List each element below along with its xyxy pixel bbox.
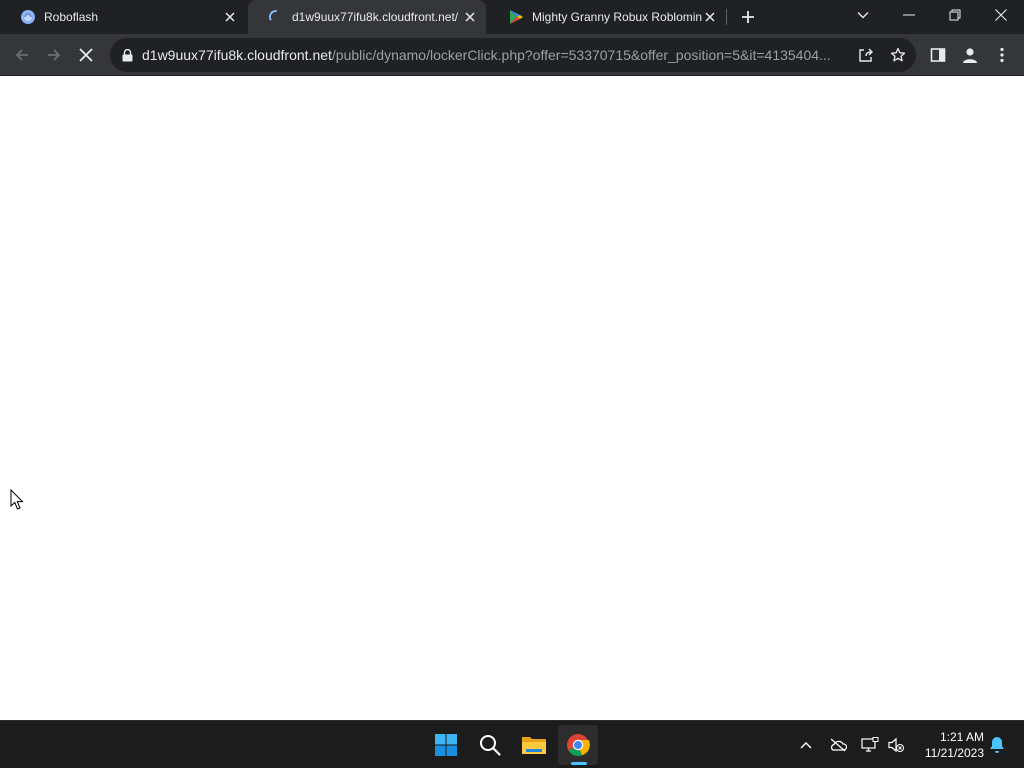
tab-title: Mighty Granny Robux Roblomin bbox=[532, 10, 702, 24]
file-explorer-icon bbox=[522, 737, 546, 754]
close-window-button[interactable] bbox=[978, 0, 1024, 30]
tab-mighty-granny[interactable]: Mighty Granny Robux Roblomin bbox=[488, 0, 726, 34]
back-button[interactable] bbox=[6, 39, 38, 71]
tab-cloudfront[interactable]: d1w9uux77ifu8k.cloudfront.net/ bbox=[248, 0, 486, 34]
bookmark-button[interactable] bbox=[886, 43, 910, 67]
google-play-icon bbox=[508, 9, 524, 25]
profile-icon bbox=[963, 48, 977, 63]
tab-close-icon[interactable] bbox=[222, 9, 238, 25]
tab-close-icon[interactable] bbox=[702, 9, 718, 25]
tab-title: d1w9uux77ifu8k.cloudfront.net/ bbox=[292, 10, 459, 24]
volume-muted-icon bbox=[888, 737, 904, 753]
show-hidden-icons-button[interactable] bbox=[794, 733, 818, 757]
clock-date: 11/21/2023 bbox=[924, 746, 984, 760]
taskbar-search-button[interactable] bbox=[470, 725, 510, 765]
clock-time: 1:21 AM bbox=[939, 730, 984, 744]
arrow-right-icon bbox=[48, 49, 61, 61]
tab-close-icon[interactable] bbox=[462, 9, 478, 25]
search-icon bbox=[480, 735, 501, 756]
volume-tray[interactable] bbox=[884, 733, 908, 757]
side-panel-button[interactable] bbox=[922, 39, 954, 71]
restore-icon bbox=[949, 9, 961, 21]
forward-button[interactable] bbox=[38, 39, 70, 71]
menu-button[interactable] bbox=[986, 39, 1018, 71]
tab-search-button[interactable] bbox=[840, 0, 886, 30]
tab-title: Roboflash bbox=[44, 10, 99, 24]
stop-loading-button[interactable] bbox=[70, 39, 102, 71]
tab-search-icon bbox=[857, 12, 869, 19]
page-content[interactable] bbox=[0, 77, 1024, 720]
browser-toolbar: d1w9uux77ifu8k.cloudfront.net/public/dyn… bbox=[0, 34, 1024, 76]
network-icon bbox=[861, 737, 879, 752]
onedrive-icon bbox=[830, 738, 847, 752]
plus-icon bbox=[742, 11, 754, 23]
new-tab-button[interactable] bbox=[736, 5, 760, 29]
network-tray[interactable] bbox=[858, 733, 882, 757]
address-bar[interactable]: d1w9uux77ifu8k.cloudfront.net/public/dyn… bbox=[110, 38, 916, 72]
roboflash-favicon bbox=[20, 9, 36, 25]
side-panel-icon bbox=[930, 48, 946, 62]
start-icon bbox=[435, 734, 457, 756]
mouse-cursor-icon bbox=[10, 489, 24, 510]
running-indicator bbox=[571, 762, 587, 765]
loading-spinner-icon bbox=[268, 9, 284, 25]
tab-divider bbox=[726, 9, 727, 25]
url-path: /public/dynamo/lockerClick.php?offer=533… bbox=[331, 47, 831, 63]
notification-button[interactable] bbox=[985, 733, 1009, 757]
stop-icon bbox=[79, 48, 93, 62]
onedrive-tray[interactable] bbox=[826, 733, 850, 757]
lock-icon[interactable] bbox=[120, 48, 134, 62]
star-icon bbox=[890, 47, 906, 62]
chrome-icon bbox=[567, 734, 590, 757]
close-icon bbox=[995, 9, 1007, 21]
system-clock[interactable]: 1:21 AM 11/21/2023 bbox=[910, 729, 984, 761]
tab-roboflash[interactable]: Roboflash bbox=[0, 0, 246, 34]
arrow-left-icon bbox=[15, 49, 28, 61]
restore-button[interactable] bbox=[932, 0, 978, 30]
start-button[interactable] bbox=[426, 725, 466, 765]
chevron-up-icon bbox=[800, 742, 812, 749]
chrome-taskbar-button[interactable] bbox=[558, 725, 598, 765]
more-vertical-icon bbox=[1000, 47, 1004, 63]
minimize-icon bbox=[903, 14, 915, 16]
minimize-button[interactable] bbox=[886, 0, 932, 30]
profile-button[interactable] bbox=[954, 39, 986, 71]
taskbar: 1:21 AM 11/21/2023 bbox=[0, 720, 1024, 768]
notification-bell-icon bbox=[990, 737, 1004, 753]
url-host: d1w9uux77ifu8k.cloudfront.net bbox=[142, 47, 332, 63]
tab-strip: Roboflash d1w9uux77ifu8k.cloudfront.net/… bbox=[0, 0, 1024, 34]
share-button[interactable] bbox=[854, 43, 878, 67]
share-icon bbox=[859, 48, 873, 62]
file-explorer-button[interactable] bbox=[514, 725, 554, 765]
url-text[interactable]: d1w9uux77ifu8k.cloudfront.net/public/dyn… bbox=[142, 47, 847, 63]
